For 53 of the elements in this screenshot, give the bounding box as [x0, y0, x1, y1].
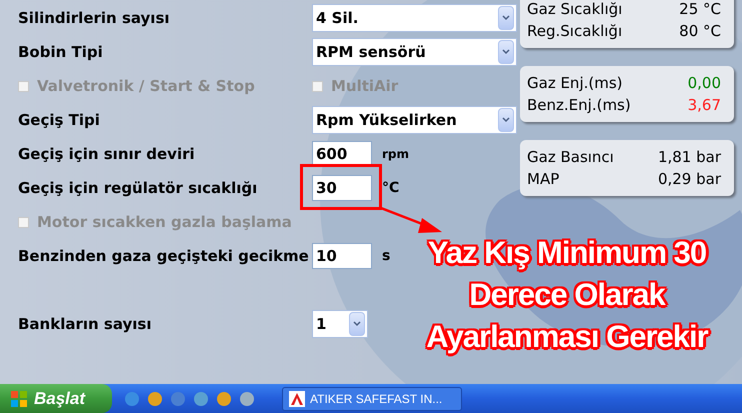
app-icon[interactable] — [239, 390, 255, 406]
dropdown-field[interactable]: Rpm Yükselirken — [312, 106, 517, 134]
unit-label: s — [382, 246, 390, 266]
app-icon[interactable] — [124, 390, 140, 406]
field-label: Geçiş için regülatör sıcaklığı — [18, 178, 258, 199]
annotation-text: Ayarlanması Gerekir — [426, 318, 708, 356]
checkbox-label: MultiAir — [331, 76, 398, 97]
field-label: Bankların sayısı — [18, 314, 152, 335]
dropdown-button[interactable] — [349, 312, 365, 336]
dropdown-field[interactable]: 4 Sil. — [312, 4, 517, 32]
chevron-down-icon — [502, 15, 510, 21]
readout-value: 3,67 — [688, 96, 721, 114]
app-icon[interactable] — [170, 390, 186, 406]
checkbox-label: Valvetronik / Start & Stop — [37, 76, 255, 97]
readout-label: Benz.Enj.(ms) — [527, 96, 631, 114]
app-icon[interactable] — [147, 390, 163, 406]
dropdown-button[interactable] — [498, 108, 514, 132]
readout-value: 1,81 bar — [658, 148, 721, 166]
annotation-text: Derece Olarak — [469, 276, 665, 314]
annotation-text: Yaz Kış Minimum 30 — [428, 234, 706, 272]
dropdown-button[interactable] — [498, 6, 514, 30]
chevron-down-icon — [502, 117, 510, 123]
taskbar-item[interactable]: ATIKER SAFEFAST IN... — [282, 386, 462, 410]
readout-label: MAP — [527, 170, 560, 188]
input-field[interactable]: 30 — [312, 175, 372, 201]
dropdown-field[interactable]: 1 — [312, 310, 368, 338]
readout-label: Gaz Basıncı — [527, 148, 614, 166]
readout-label: Gaz Sıcaklığı — [527, 0, 622, 18]
readout-value: 25 °C — [679, 0, 721, 18]
readout-value: 80 °C — [679, 22, 721, 40]
start-button[interactable]: Başlat — [0, 384, 112, 413]
field-label: Geçiş Tipi — [18, 110, 101, 131]
app-icon[interactable] — [216, 390, 232, 406]
field-label: Geçiş için sınır deviri — [18, 144, 196, 165]
checkbox-label: Motor sıcakken gazla başlama — [37, 212, 292, 233]
app-icon[interactable] — [193, 390, 209, 406]
readout-value: 0,29 bar — [658, 170, 721, 188]
readout-label: Reg.Sıcaklığı — [527, 22, 622, 40]
chevron-down-icon — [502, 49, 510, 55]
field-label: Silindirlerin sayısı — [18, 8, 171, 29]
app-logo-icon — [289, 390, 305, 406]
windows-logo-icon — [10, 390, 28, 408]
field-label: Bobin Tipi — [18, 42, 104, 63]
dropdown-field[interactable]: RPM sensörü — [312, 38, 517, 66]
field-label: Benzinden gaza geçişteki gecikme — [18, 246, 310, 267]
readout-label: Gaz Enj.(ms) — [527, 74, 623, 92]
unit-label: °C — [382, 178, 400, 198]
dropdown-button[interactable] — [498, 40, 514, 64]
input-field[interactable]: 10 — [312, 243, 372, 269]
arrow — [380, 205, 444, 235]
unit-label: rpm — [382, 146, 410, 163]
readout-value: 0,00 — [688, 74, 721, 92]
chevron-down-icon — [353, 321, 361, 327]
